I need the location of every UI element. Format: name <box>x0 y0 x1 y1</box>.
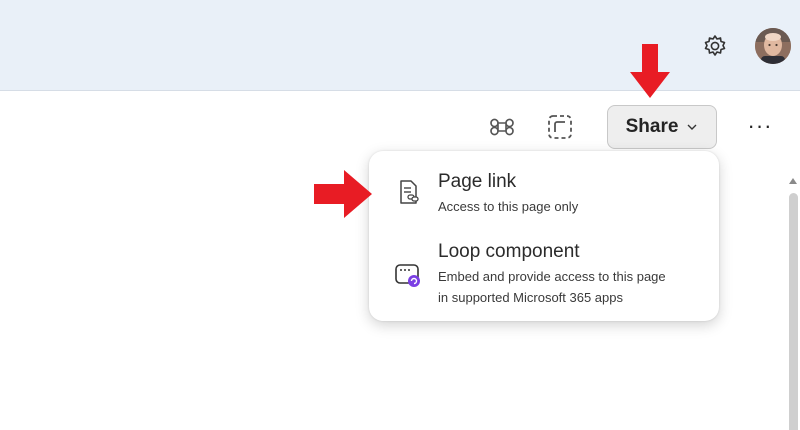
loop-component-description-line1: Embed and provide access to this page <box>438 269 666 284</box>
more-options-button[interactable]: ··· <box>746 111 774 141</box>
share-dropdown-menu: Page link Access to this page only Loop … <box>369 151 719 321</box>
page-link-title: Page link <box>438 171 517 192</box>
chevron-down-icon <box>687 124 697 130</box>
red-arrow-right-icon <box>314 170 372 218</box>
share-button[interactable]: Share <box>607 105 717 149</box>
dashed-select-icon[interactable] <box>545 112 575 142</box>
command-icon[interactable] <box>487 112 517 142</box>
top-header-bar <box>0 0 800 91</box>
loop-component-icon <box>393 259 423 289</box>
menu-item-page-link[interactable]: Page link Access to this page only <box>369 151 719 227</box>
share-button-label: Share <box>625 116 679 137</box>
loop-component-description-line2: in supported Microsoft 365 apps <box>438 290 623 305</box>
user-avatar[interactable] <box>755 28 791 64</box>
menu-item-loop-component[interactable]: Loop component Embed and provide access … <box>369 231 719 317</box>
loop-component-title: Loop component <box>438 241 580 262</box>
gear-icon[interactable] <box>700 31 730 61</box>
page-link-icon <box>393 177 423 207</box>
scrollbar-thumb[interactable] <box>789 193 798 430</box>
page-link-description: Access to this page only <box>438 199 579 214</box>
scroll-up-arrow-icon[interactable] <box>789 178 797 184</box>
red-arrow-down-icon <box>630 44 670 98</box>
